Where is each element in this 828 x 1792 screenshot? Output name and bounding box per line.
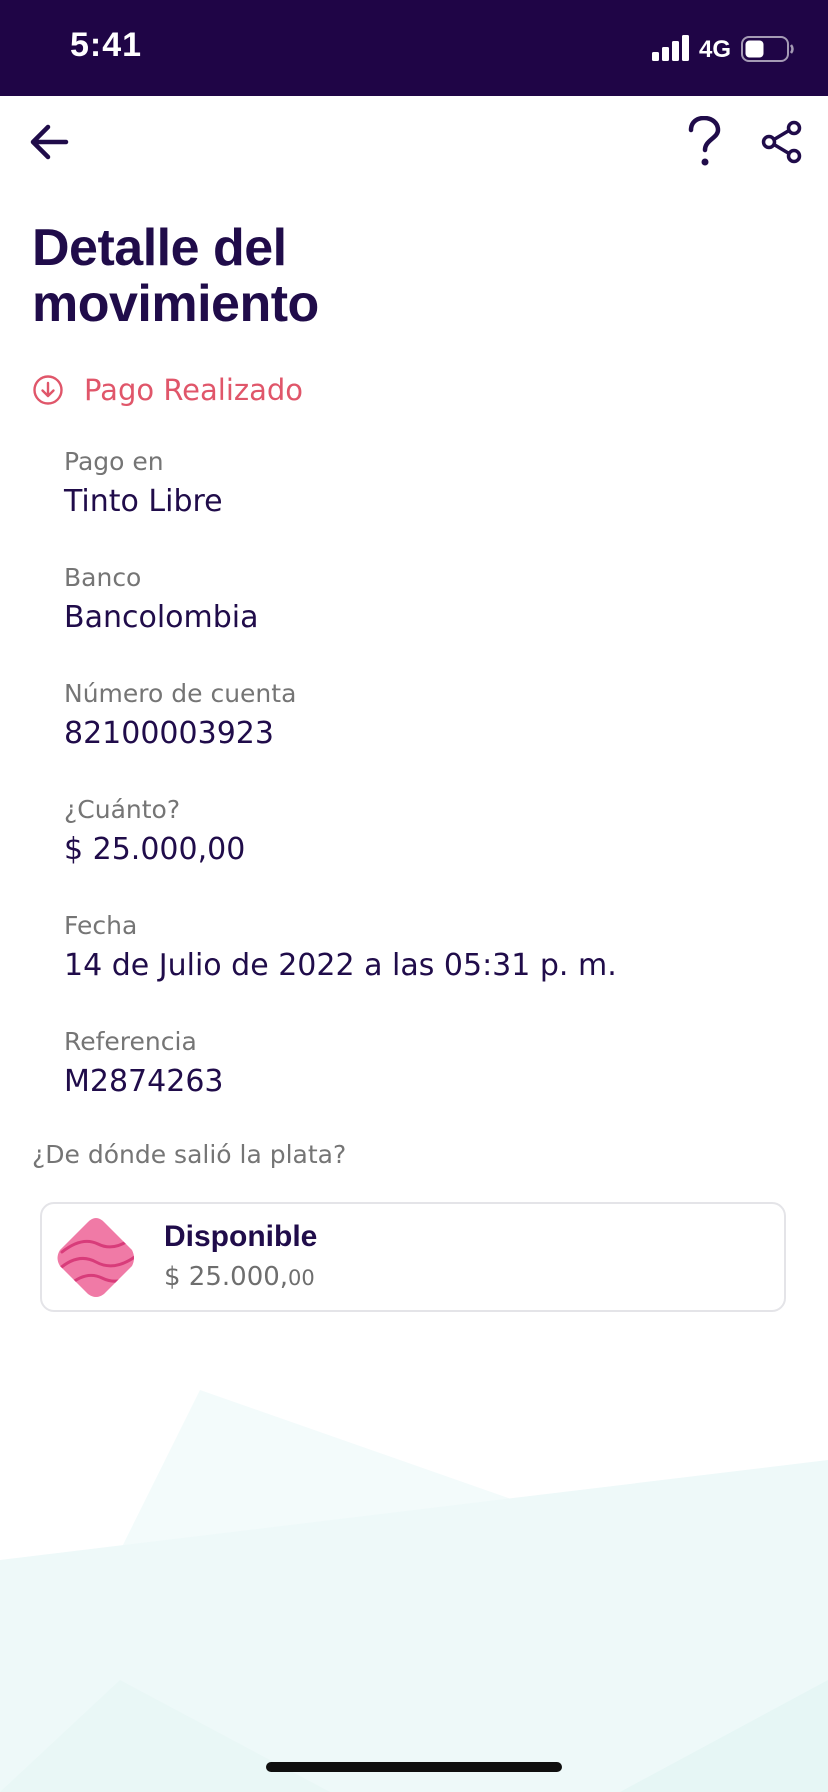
source-amount-main: $ 25.000, <box>164 1262 289 1292</box>
detail-value: 82100003923 <box>64 716 274 751</box>
status-label: Pago Realizado <box>84 373 304 407</box>
arrow-down-circle-icon <box>33 375 63 405</box>
back-button[interactable] <box>22 114 78 170</box>
network-label: 4G <box>699 36 732 63</box>
detail-label: Banco <box>64 563 142 592</box>
signal-icon <box>652 35 689 61</box>
share-button[interactable] <box>754 114 810 170</box>
share-icon <box>761 120 802 164</box>
detail-amount: ¿Cuánto? $ 25.000,00 <box>64 792 784 908</box>
page-title: Detalle del movimiento <box>32 219 319 333</box>
source-question: ¿De dónde salió la plata? <box>32 1140 347 1169</box>
detail-value: $ 25.000,00 <box>64 832 246 867</box>
detail-bank: Banco Bancolombia <box>64 560 784 676</box>
status-time: 5:41 <box>70 26 143 64</box>
home-indicator <box>266 1762 562 1772</box>
detail-label: Referencia <box>64 1027 197 1056</box>
detail-label: Pago en <box>64 447 164 476</box>
status-bar: 5:41 4G <box>0 0 828 96</box>
arrow-left-icon <box>30 124 69 160</box>
detail-list: Pago en Tinto Libre Banco Bancolombia Nú… <box>64 444 784 1140</box>
nav-header <box>0 96 828 186</box>
source-pocket-card[interactable]: Disponible $ 25.000,00 <box>40 1202 786 1312</box>
transaction-status: Pago Realizado <box>32 368 303 412</box>
detail-account-number: Número de cuenta 82100003923 <box>64 676 784 792</box>
pocket-pink-icon <box>57 1218 134 1297</box>
question-mark-icon <box>688 116 721 166</box>
battery-icon <box>741 36 794 62</box>
detail-label: Número de cuenta <box>64 679 297 708</box>
source-amount: $ 25.000,00 <box>164 1262 315 1292</box>
detail-value: 14 de Julio de 2022 a las 05:31 p. m. <box>64 948 617 983</box>
detail-label: ¿Cuánto? <box>64 795 181 824</box>
detail-date: Fecha 14 de Julio de 2022 a las 05:31 p.… <box>64 908 784 1024</box>
detail-merchant: Pago en Tinto Libre <box>64 444 784 560</box>
detail-value: Tinto Libre <box>64 484 223 519</box>
detail-label: Fecha <box>64 911 138 940</box>
detail-value: M2874263 <box>64 1064 224 1099</box>
source-name: Disponible <box>164 1220 318 1253</box>
source-amount-cents: 00 <box>288 1266 315 1290</box>
detail-reference: Referencia M2874263 <box>64 1024 784 1140</box>
help-button[interactable] <box>676 112 732 172</box>
background-decoration <box>0 1390 828 1792</box>
detail-value: Bancolombia <box>64 600 259 635</box>
